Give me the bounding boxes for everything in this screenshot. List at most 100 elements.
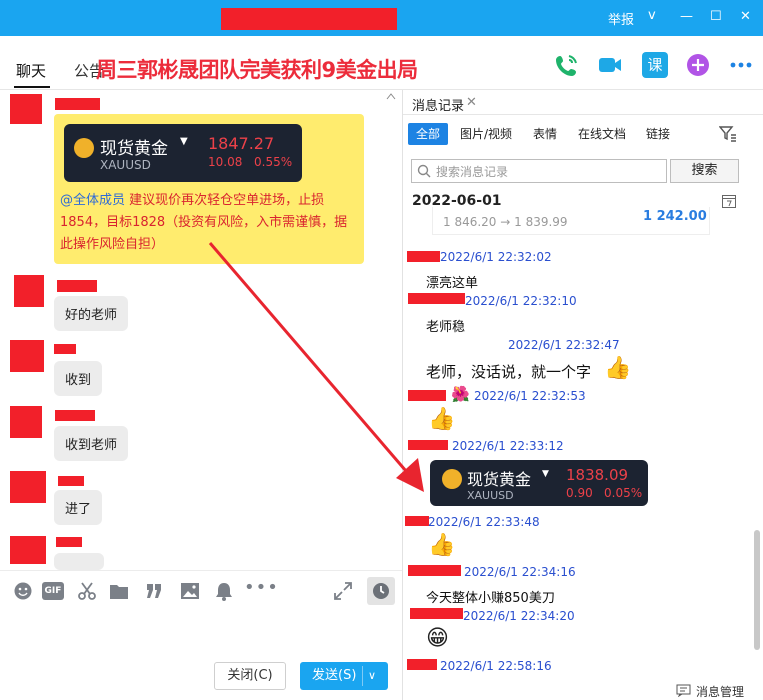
mention-all[interactable]: @全体成员 xyxy=(60,193,125,208)
quote-change-pct: 0.05% xyxy=(604,486,643,500)
more-icon[interactable] xyxy=(728,52,754,78)
message-bubble[interactable]: 收到 xyxy=(54,361,103,396)
history-time: 2022/6/1 22:32:53 xyxy=(474,389,586,403)
message-bubble[interactable]: 进了 xyxy=(54,490,103,525)
history-text[interactable]: 老师稳 xyxy=(426,316,465,335)
history-time: 2022/6/1 22:33:12 xyxy=(452,439,564,453)
gif-icon[interactable]: GIF xyxy=(42,582,64,600)
thumbs-up-emoji: 👍 xyxy=(428,407,456,432)
dropdown-caret-icon[interactable]: ▼ xyxy=(180,136,188,147)
maximize-icon[interactable]: ☐ xyxy=(710,9,722,24)
image-icon[interactable] xyxy=(180,582,200,600)
scroll-up-icon[interactable] xyxy=(386,92,396,100)
quote-change-pct: 0.55% xyxy=(254,155,293,169)
more-dots-icon[interactable]: ••• xyxy=(244,577,279,598)
pane-divider[interactable] xyxy=(402,90,403,700)
send-options-icon[interactable]: ∨ xyxy=(368,662,376,690)
partial-card-range: 1 846.20 → 1 839.99 xyxy=(443,215,568,229)
message-bubble-partial[interactable] xyxy=(54,553,104,570)
history-icon[interactable] xyxy=(367,577,395,605)
quote-price: 1847.27 xyxy=(208,134,275,153)
video-icon[interactable] xyxy=(597,52,623,78)
history-time: 2022/6/1 22:34:20 xyxy=(463,609,575,623)
folder-icon[interactable] xyxy=(109,582,129,600)
dropdown-caret-icon[interactable]: ▼ xyxy=(542,469,549,479)
grinning-emoji: 😁 xyxy=(426,626,449,651)
history-search-button[interactable]: 搜索 xyxy=(670,159,739,183)
redacted-sender xyxy=(56,537,82,547)
history-search-input[interactable]: 搜索消息记录 xyxy=(411,159,667,183)
history-tab-bar-line xyxy=(403,114,763,115)
avatar[interactable] xyxy=(10,94,42,124)
redacted-name xyxy=(405,516,429,526)
redacted-name xyxy=(410,608,463,619)
phone-icon[interactable] xyxy=(554,52,580,78)
redacted-name xyxy=(408,293,465,304)
calendar-icon[interactable] xyxy=(721,193,737,209)
expand-icon[interactable] xyxy=(333,581,353,601)
filter-stickers[interactable]: 表情 xyxy=(533,123,557,145)
gold-quote-card[interactable]: 现货黄金 ▼ XAUUSD 1847.27 10.08 0.55% xyxy=(64,124,302,182)
emoji-icon[interactable] xyxy=(13,581,33,601)
close-button[interactable]: 关闭(C) xyxy=(214,662,286,690)
send-divider xyxy=(362,666,363,686)
history-text[interactable]: 漂亮这单 xyxy=(426,272,478,291)
quote-title: 现货黄金 xyxy=(467,470,532,489)
scissors-icon[interactable] xyxy=(77,581,97,601)
tab-chat[interactable]: 聊天 xyxy=(16,60,46,81)
avatar[interactable] xyxy=(14,275,44,307)
close-window-icon[interactable]: ✕ xyxy=(740,9,751,24)
redacted-sender xyxy=(58,476,84,486)
bell-icon[interactable] xyxy=(215,581,233,601)
redacted-title xyxy=(221,8,397,30)
history-time: 2022/6/1 22:32:47 xyxy=(508,338,620,352)
flower-emoji: 🌺 xyxy=(451,385,470,403)
avatar[interactable] xyxy=(10,406,42,438)
message-bubble[interactable]: 收到老师 xyxy=(54,426,129,461)
partial-card-value: 1 242.00 xyxy=(643,209,707,224)
history-text[interactable]: 今天整体小赚850美刀 xyxy=(426,587,555,606)
history-time: 2022/6/1 22:32:10 xyxy=(465,294,577,308)
quote-change: 0.90 xyxy=(566,486,593,500)
overlay-banner: 周三郭彬晟团队完美获利9美金出局 xyxy=(96,58,418,82)
gold-coin-icon xyxy=(74,138,94,158)
gold-quote-card[interactable]: 现货黄金 ▼ XAUUSD 1838.09 0.90 0.05% xyxy=(430,460,648,506)
quote-change: 10.08 xyxy=(208,155,243,169)
quote-icon[interactable] xyxy=(145,582,163,600)
filter-links[interactable]: 链接 xyxy=(646,123,670,145)
filter-media[interactable]: 图片/视频 xyxy=(460,123,512,145)
avatar[interactable] xyxy=(10,536,46,564)
redacted-name xyxy=(407,659,437,670)
avatar[interactable] xyxy=(10,471,46,503)
trade-notice: @全体成员 建议现价再次轻仓空单进场，止损1854，目标1828（投资有风险，入… xyxy=(60,190,360,256)
filter-docs[interactable]: 在线文档 xyxy=(578,123,626,145)
message-bubble[interactable]: 好的老师 xyxy=(54,296,129,331)
quote-price: 1838.09 xyxy=(566,466,629,484)
minimize-icon[interactable]: — xyxy=(680,9,693,24)
thumbs-up-emoji: 👍 xyxy=(604,356,632,381)
search-placeholder: 搜索消息记录 xyxy=(436,165,509,179)
send-label: 发送(S) xyxy=(312,668,357,683)
dropdown-icon[interactable]: v xyxy=(648,8,656,23)
quote-title: 现货黄金 xyxy=(100,139,168,159)
close-history-icon[interactable]: ✕ xyxy=(466,95,477,110)
redacted-name xyxy=(408,390,446,401)
thumbs-up-emoji: 👍 xyxy=(428,533,456,558)
chat-header: 聊天 公告 周三郭彬晟团队完美获利9美金出局 课 xyxy=(0,36,763,90)
redacted-sender xyxy=(55,98,100,110)
filter-settings-icon[interactable] xyxy=(719,126,737,142)
partial-trade-card: 1 846.20 → 1 839.99 1 242.00 xyxy=(432,207,710,235)
send-button[interactable]: 发送(S) ∨ xyxy=(300,662,388,690)
history-time: 2022/6/1 22:34:16 xyxy=(464,565,576,579)
message-manage-icon xyxy=(676,684,691,697)
course-icon[interactable]: 课 xyxy=(642,52,668,78)
filter-all[interactable]: 全部 xyxy=(408,123,449,145)
history-scrollbar[interactable] xyxy=(754,530,760,650)
gold-coin-icon xyxy=(442,469,462,489)
history-time: 2022/6/1 22:32:02 xyxy=(440,250,552,264)
history-text[interactable]: 老师，没话说，就一个字 xyxy=(426,361,591,382)
report-button[interactable]: 举报 xyxy=(608,9,634,28)
plus-icon[interactable] xyxy=(685,52,711,78)
history-tab-title[interactable]: 消息记录 xyxy=(412,95,464,114)
avatar[interactable] xyxy=(10,340,44,372)
